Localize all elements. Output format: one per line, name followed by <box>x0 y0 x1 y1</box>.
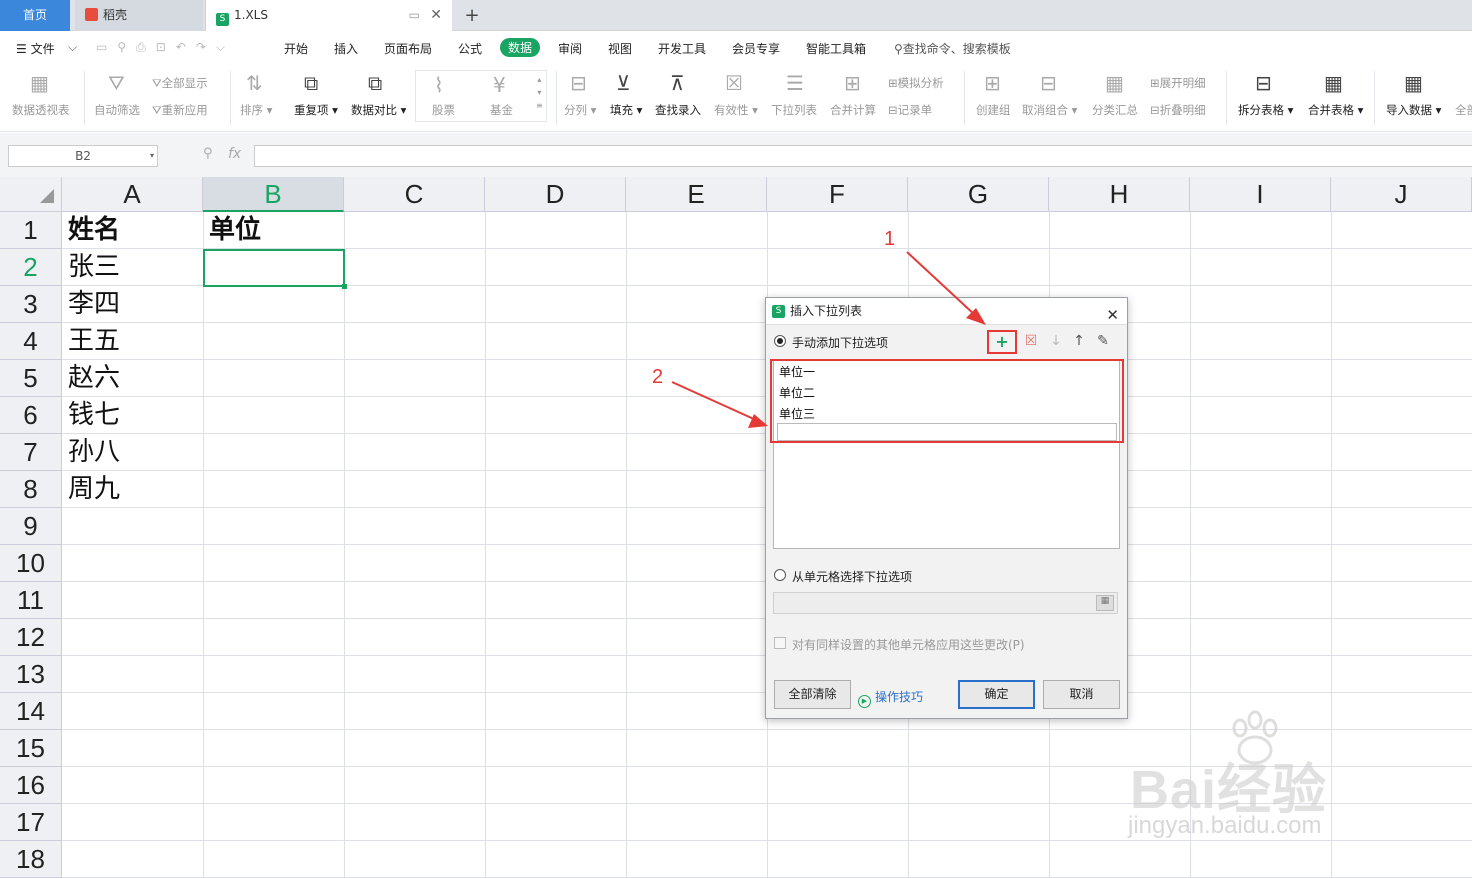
annotation-arrowhead-2 <box>748 414 768 428</box>
annotation-arrow-2 <box>671 381 757 421</box>
wps-window: 首页 稻壳 S 1.XLS ▭ ✕ + ☰ 文件 ⌵ ▭⚲⎙⊡↶↷⌵ 开始 插入 页面… <box>0 0 1472 878</box>
watermark-url: jingyan.baidu.com <box>1128 812 1322 839</box>
annotation-arrow-1 <box>906 251 977 317</box>
